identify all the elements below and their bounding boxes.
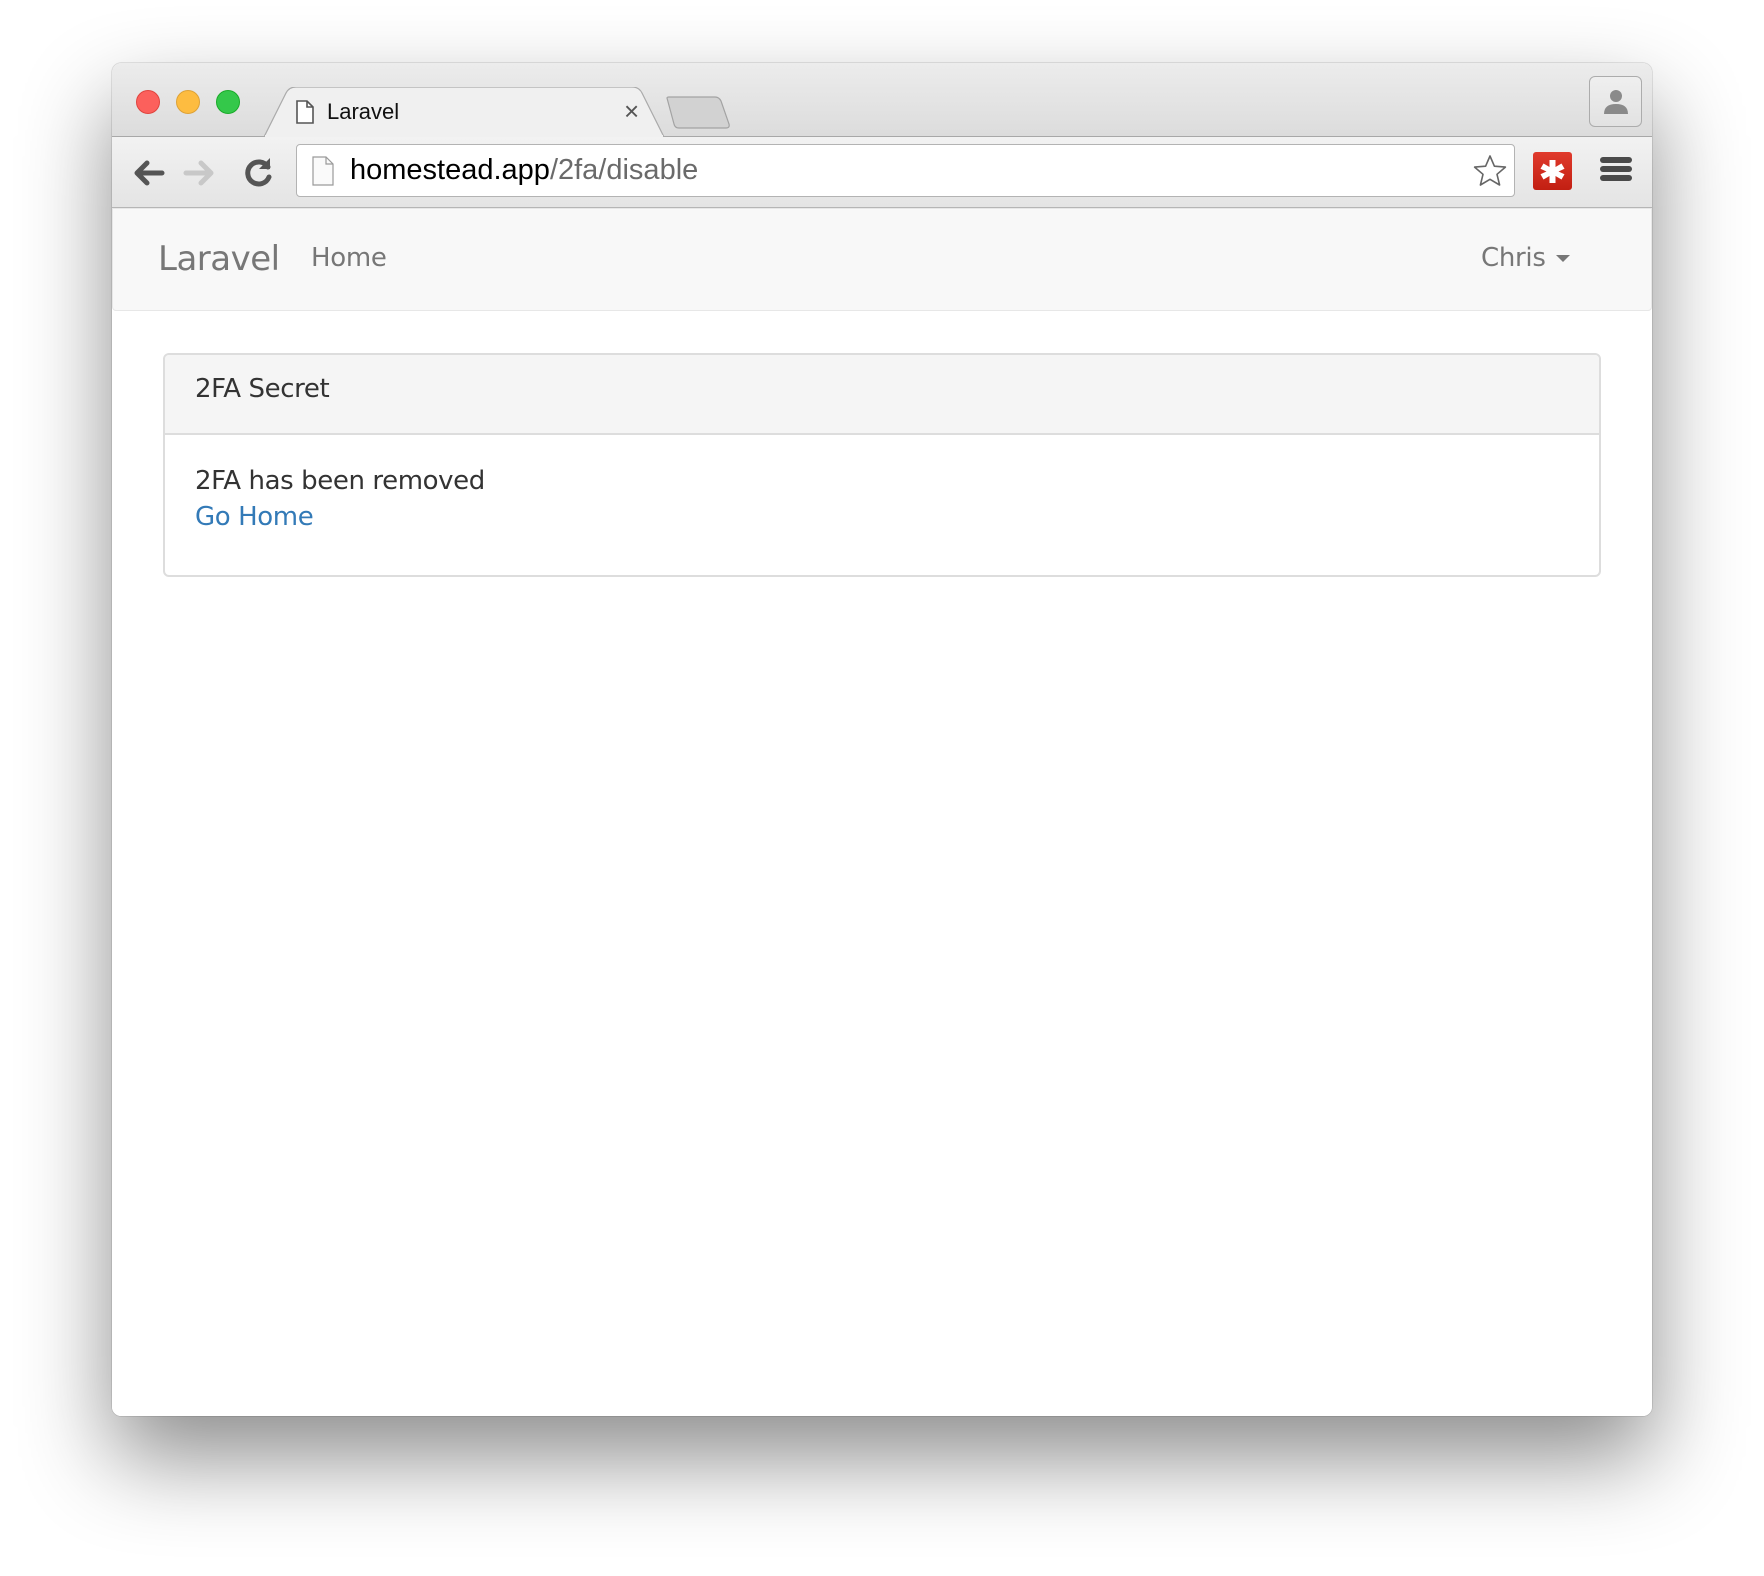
bookmark-star-icon[interactable]	[1472, 153, 1508, 189]
back-arrow-icon[interactable]	[130, 155, 166, 191]
url-path: /2fa/disable	[549, 154, 699, 186]
minimize-window-button[interactable]	[176, 90, 200, 114]
menu-bar	[1600, 157, 1632, 163]
navbar: Laravel Home Chris	[112, 208, 1652, 311]
reload-icon[interactable]	[240, 155, 276, 191]
browser-tab[interactable]: Laravel ×	[264, 87, 665, 137]
tab-strip: Laravel ×	[112, 63, 1652, 137]
user-name: Chris	[1481, 243, 1546, 273]
status-message: 2FA has been removed	[195, 466, 485, 496]
panel-body: 2FA has been removed Go Home	[165, 435, 1599, 563]
caret-down-icon	[1555, 255, 1570, 262]
asterisk-icon	[1540, 160, 1565, 183]
browser-window: Laravel × homestead.app/2fa/disable Lara…	[112, 63, 1652, 1416]
user-dropdown[interactable]: Chris	[1481, 243, 1570, 273]
new-tab-button[interactable]	[665, 96, 731, 130]
menu-bar	[1600, 166, 1632, 172]
page-icon	[312, 156, 334, 186]
browser-toolbar: homestead.app/2fa/disable	[112, 137, 1652, 208]
go-home-link[interactable]: Go Home	[195, 499, 314, 535]
profile-button[interactable]	[1589, 76, 1642, 127]
forward-arrow-icon[interactable]	[182, 155, 218, 191]
nav-link-home[interactable]: Home	[311, 243, 387, 273]
lastpass-extension-button[interactable]	[1533, 152, 1572, 190]
page-icon	[296, 100, 314, 124]
menu-bar	[1600, 175, 1632, 181]
person-icon	[1604, 90, 1628, 114]
zoom-window-button[interactable]	[216, 90, 240, 114]
navbar-brand[interactable]: Laravel	[158, 239, 280, 279]
tab-close-icon[interactable]: ×	[624, 97, 639, 125]
close-window-button[interactable]	[136, 90, 160, 114]
url-text[interactable]: homestead.app/2fa/disable	[350, 153, 698, 187]
tab-title: Laravel	[327, 99, 400, 124]
menu-hamburger-icon[interactable]	[1600, 157, 1632, 187]
address-bar[interactable]: homestead.app/2fa/disable	[296, 144, 1515, 197]
url-host: homestead.app	[350, 154, 550, 186]
panel-heading: 2FA Secret	[165, 355, 1599, 435]
panel: 2FA Secret 2FA has been removed Go Home	[163, 353, 1601, 577]
page-viewport: Laravel Home Chris 2FA Secret 2FA has be…	[112, 208, 1652, 1416]
